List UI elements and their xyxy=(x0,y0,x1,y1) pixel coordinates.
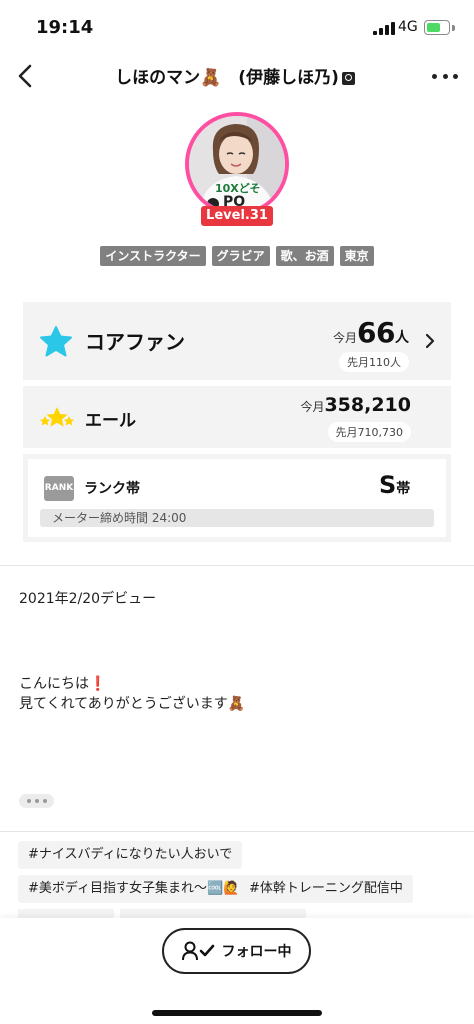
core-fan-count: 今月66人 xyxy=(333,316,409,349)
more-button[interactable] xyxy=(432,66,458,86)
chevron-right-icon xyxy=(425,333,435,349)
core-fan-label: コアファン xyxy=(85,330,185,354)
battery-icon xyxy=(424,20,450,35)
yell-last-month: 先月710,730 xyxy=(327,422,411,442)
following-button-label: フォロー中 xyxy=(221,944,292,960)
exclamation-icon: ❗ xyxy=(89,676,107,692)
rank-grade-suffix: 帯 xyxy=(396,481,411,497)
core-fan-unit: 人 xyxy=(395,330,409,346)
dot xyxy=(453,73,458,79)
bio-line-2: 見てくれてありがとうございます🧸 xyxy=(19,696,246,712)
dot xyxy=(26,799,31,803)
status-bar: 19:14 4G xyxy=(0,0,474,54)
user-check-icon xyxy=(181,941,214,961)
meter-close-time: メーター締め時間 24:00 xyxy=(40,509,434,527)
rank-grade-letter: S xyxy=(379,471,397,499)
dot xyxy=(42,799,47,803)
bio-line-1-text: こんにちは xyxy=(19,676,89,692)
bio-line-1: こんにちは❗ xyxy=(19,674,245,694)
search-badge-icon xyxy=(341,71,355,85)
rank-label: ランク帯 xyxy=(84,481,140,497)
yell-card: エール 今月358,210 先月710,730 xyxy=(23,386,451,448)
this-month-label: 今月 xyxy=(300,400,325,414)
status-time: 19:14 xyxy=(36,17,94,38)
star-icon xyxy=(40,326,72,357)
core-fan-card[interactable]: コアファン 今月66人 先月110人 xyxy=(23,302,451,380)
rank-card-inner: RANK ランク帯 S帯 メーター締め時間 24:00 xyxy=(28,459,446,537)
avatar-image: 10Xどそ PO xyxy=(189,116,285,212)
divider xyxy=(0,831,474,832)
home-indicator xyxy=(152,1010,322,1016)
chevron-left-icon xyxy=(18,64,32,88)
tag-song-alcohol[interactable]: 歌、お酒 xyxy=(275,246,334,266)
hashtag-chip[interactable]: #ナイスバディになりたい人おいで xyxy=(18,841,243,869)
avatar[interactable]: 10Xどそ PO xyxy=(185,112,289,216)
hashtag-chip[interactable]: #体幹トレーニング配信中 xyxy=(239,875,413,903)
this-month-label: 今月 xyxy=(333,331,358,345)
battery-cap xyxy=(452,25,455,31)
core-fan-number: 66 xyxy=(357,316,395,349)
bio-text: こんにちは❗ 見てくれてありがとうございます🧸 xyxy=(19,674,245,714)
tag-tokyo[interactable]: 東京 xyxy=(339,246,374,266)
profile-tags: インストラクター グラビア 歌、お酒 東京 xyxy=(0,246,474,266)
page-title-text: しほのマン🧸 (伊藤しほ乃) xyxy=(115,68,339,88)
back-button[interactable] xyxy=(10,60,42,92)
debut-date: 2021年2/20デビュー xyxy=(19,591,157,607)
core-fan-last-month: 先月110人 xyxy=(339,352,409,372)
divider xyxy=(0,565,474,566)
yell-number: 358,210 xyxy=(324,394,411,416)
bottom-action-bar: フォロー中 xyxy=(0,918,474,1024)
level-badge: Level.31 xyxy=(201,206,273,226)
dot xyxy=(34,799,39,803)
rank-icon: RANK xyxy=(44,476,74,501)
following-button[interactable]: フォロー中 xyxy=(162,928,311,974)
profile-header: しほのマン🧸 (伊藤しほ乃) xyxy=(0,54,474,98)
yell-label: エール xyxy=(85,411,136,431)
yell-value: 今月358,210 xyxy=(300,394,411,416)
dot xyxy=(442,73,448,79)
network-type: 4G xyxy=(398,19,418,35)
expand-bio-button[interactable] xyxy=(19,794,54,808)
triple-star-icon xyxy=(39,407,75,427)
rank-card: RANK ランク帯 S帯 メーター締め時間 24:00 xyxy=(23,454,451,542)
cellular-signal-icon xyxy=(373,22,395,35)
dot xyxy=(432,73,437,79)
hashtag-chip[interactable]: #美ボディ目指す女子集まれ〜🆒🙋 xyxy=(18,875,250,903)
page-title: しほのマン🧸 (伊藤しほ乃) xyxy=(56,63,414,88)
tag-gravure[interactable]: グラビア xyxy=(211,246,270,266)
tag-instructor[interactable]: インストラクター xyxy=(100,246,206,266)
rank-grade: S帯 xyxy=(379,471,410,499)
